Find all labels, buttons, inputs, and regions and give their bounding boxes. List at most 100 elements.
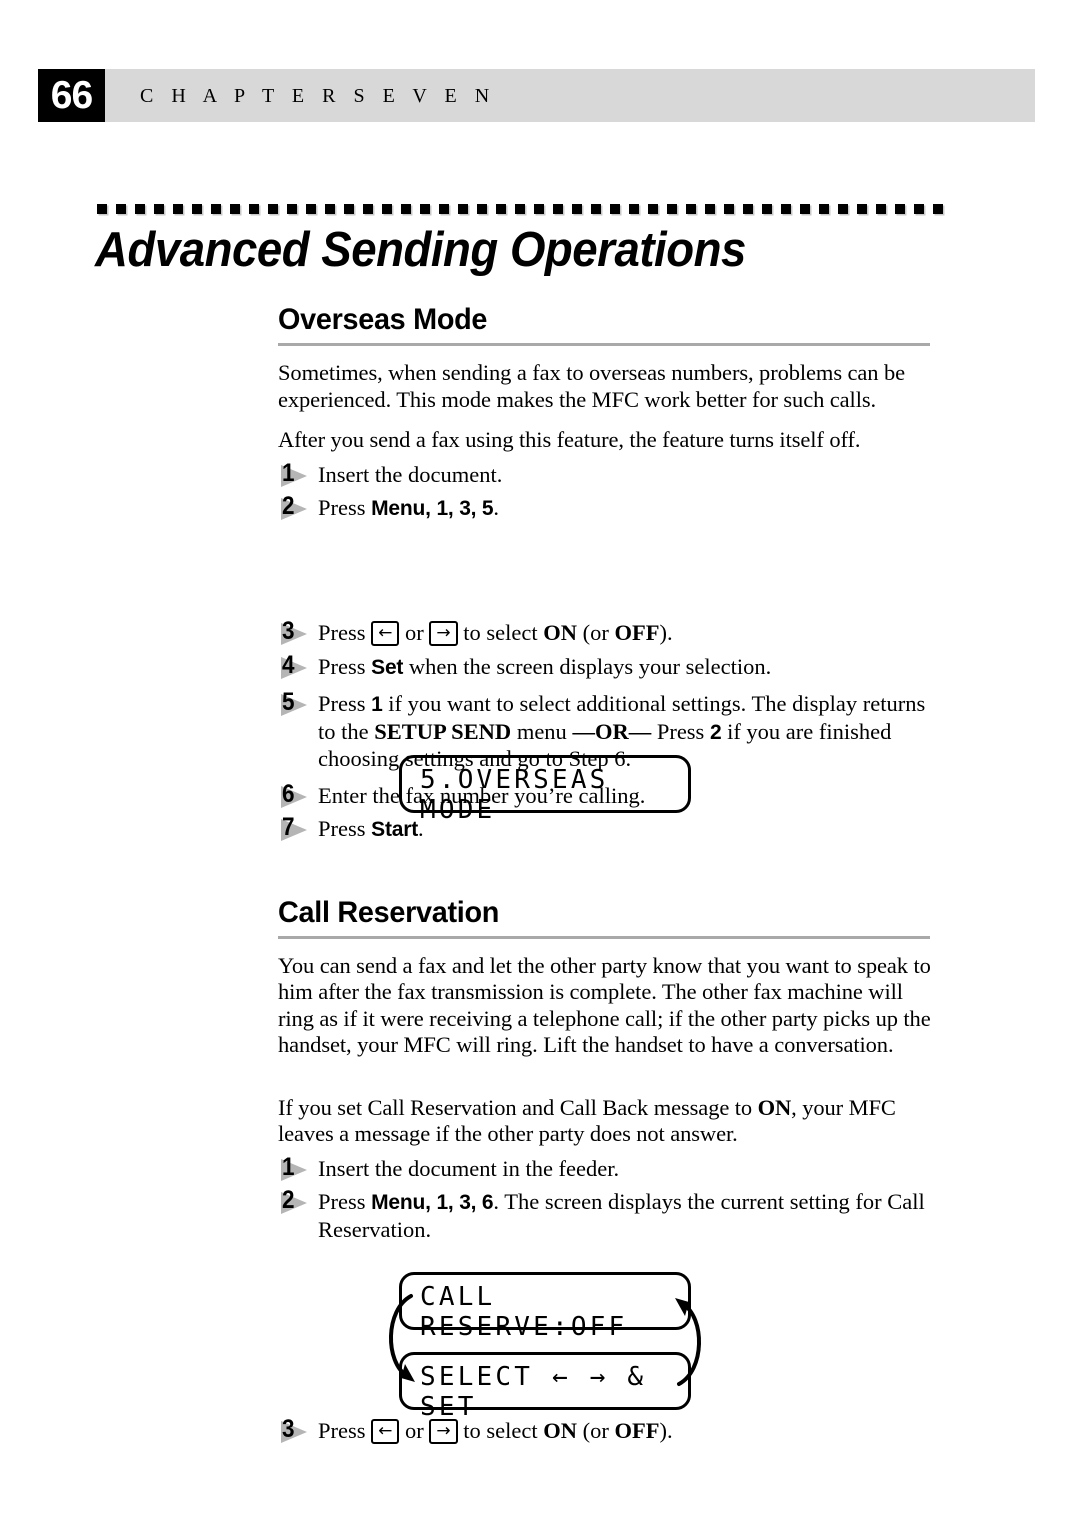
section-heading-call-reservation: Call Reservation: [278, 895, 500, 929]
dotted-rule-square: [496, 204, 506, 214]
step-text-prefix: Press: [318, 816, 372, 841]
overseas-note-paragraph: After you send a fax using this feature,…: [278, 427, 861, 452]
step-number-marker: 5: [278, 689, 312, 718]
call-reservation-paragraph-2: If you set Call Reservation and Call Bac…: [278, 1095, 938, 1148]
step-text-a: Press: [318, 691, 372, 716]
right-arrow-key-icon[interactable]: →: [429, 1419, 458, 1444]
para2-text-a: If you set Call Reservation and Call Bac…: [278, 1094, 758, 1120]
right-arrow-key-icon[interactable]: →: [429, 620, 458, 646]
dotted-rule-square: [116, 204, 126, 214]
setup-send-menu-name: SETUP SEND: [374, 718, 512, 744]
dotted-rule-square: [762, 204, 772, 214]
dotted-rule-square: [686, 204, 696, 214]
step-text-middle: to select: [457, 619, 544, 645]
dotted-rule-square: [572, 204, 582, 214]
step-call-3: 3 Press ← or → to select ON (or OFF).: [278, 1416, 938, 1445]
step-text-prefix: Press: [318, 619, 372, 645]
dotted-rule-square: [895, 204, 905, 214]
dotted-rule-square: [838, 204, 848, 214]
step-number-marker: 4: [278, 651, 312, 681]
dotted-rule-square: [230, 204, 240, 214]
step-overseas-3: 3 Press ← or → to select ON (or OFF).: [278, 617, 938, 647]
value-off: OFF: [614, 619, 660, 645]
dotted-rule-square: [135, 204, 145, 214]
dotted-rule-square: [914, 204, 924, 214]
dotted-rule-square: [553, 204, 563, 214]
step-overseas-4: 4 Press Set when the screen displays you…: [278, 651, 938, 682]
step-number-marker: 6: [278, 780, 312, 810]
menu-key-label: Menu: [371, 497, 426, 520]
value-on: ON: [543, 619, 577, 645]
dotted-rule-square: [439, 204, 449, 214]
step-number-marker: 2: [278, 493, 312, 522]
step-text-c: menu: [511, 718, 573, 744]
step-text: Insert the document.: [318, 461, 503, 487]
page-content: Overseas Mode Sometimes, when sending a …: [278, 303, 938, 1452]
dotted-rule-square: [610, 204, 620, 214]
lcd-display-pair: CALL RESERVE:OFF SELECT ← → & SET: [389, 1272, 701, 1422]
dotted-rule-square: [268, 204, 278, 214]
value-off: OFF: [614, 1418, 660, 1443]
step-number-marker: 7: [278, 814, 312, 843]
dotted-rule-square: [743, 204, 753, 214]
key-one: 1: [371, 693, 383, 716]
menu-key-digits: , 1, 3, 6: [425, 1191, 494, 1214]
paren-open: (or: [577, 619, 615, 645]
dotted-rule-square: [667, 204, 677, 214]
dotted-rule-square: [401, 204, 411, 214]
step-overseas-6: 6 Enter the fax number you’re calling.: [278, 780, 938, 810]
step-call-2: 2 Press Menu, 1, 3, 6. The screen displa…: [278, 1187, 938, 1243]
step-overseas-7: 7 Press Start.: [278, 814, 938, 844]
dotted-rule-square: [382, 204, 392, 214]
step-text-d: Press: [651, 718, 710, 744]
conjunction: or: [399, 619, 430, 645]
dotted-rule-square: [515, 204, 525, 214]
paren-close: ).: [659, 1418, 673, 1443]
menu-key-digits: , 1, 3, 5: [425, 497, 494, 520]
dotted-rule-square: [534, 204, 544, 214]
decorative-dotted-rule: [97, 204, 943, 215]
step-number-marker: 1: [278, 1153, 312, 1183]
dotted-rule-square: [306, 204, 316, 214]
step-text-prefix: Press: [318, 653, 372, 679]
step-text: Insert the document in the feeder.: [318, 1155, 620, 1181]
start-key-label: Start: [371, 818, 418, 841]
call-reservation-lcd-block: CALL RESERVE:OFF SELECT ← → & SET: [278, 1250, 938, 1422]
section-heading-overseas-mode: Overseas Mode: [278, 303, 488, 336]
dotted-rule-square: [781, 204, 791, 214]
step-text-suffix: when the screen displays your selection.: [403, 653, 772, 679]
heading-rule: [278, 935, 930, 939]
dotted-rule-square: [477, 204, 487, 214]
step-number-marker: 2: [278, 1187, 312, 1216]
lcd-line-current-setting: CALL RESERVE:OFF: [399, 1272, 691, 1342]
dotted-rule-square: [705, 204, 715, 214]
dotted-rule-square: [876, 204, 886, 214]
step-overseas-2: 2 Press Menu, 1, 3, 5.: [278, 493, 938, 523]
menu-key-label: Menu: [371, 1191, 426, 1214]
dotted-rule-square: [724, 204, 734, 214]
step-text-middle: to select: [457, 1418, 544, 1443]
dotted-rule-square: [211, 204, 221, 214]
step-text: Enter the fax number you’re calling.: [318, 782, 646, 808]
dotted-rule-square: [344, 204, 354, 214]
call-reservation-paragraph-1: You can send a fax and let the other par…: [278, 952, 931, 1058]
paren-open: (or: [577, 1418, 615, 1443]
dotted-rule-square: [800, 204, 810, 214]
step-overseas-1: 1 Insert the document.: [278, 459, 938, 489]
step-number-marker: 1: [278, 459, 312, 489]
dotted-rule-square: [458, 204, 468, 214]
left-arrow-key-icon[interactable]: ←: [371, 620, 400, 646]
step-number-marker: 3: [278, 617, 312, 647]
chapter-title: Advanced Sending Operations: [95, 223, 746, 277]
set-key-label: Set: [371, 655, 404, 679]
step-text-prefix: Press: [318, 1418, 372, 1443]
dotted-rule-square: [173, 204, 183, 214]
dotted-rule-square: [192, 204, 202, 214]
dotted-rule-square: [363, 204, 373, 214]
dotted-rule-square: [629, 204, 639, 214]
value-on: ON: [543, 1418, 577, 1443]
conjunction: or: [399, 1418, 430, 1443]
key-two: 2: [709, 720, 722, 744]
left-arrow-key-icon[interactable]: ←: [371, 1419, 400, 1444]
dotted-rule-square: [819, 204, 829, 214]
